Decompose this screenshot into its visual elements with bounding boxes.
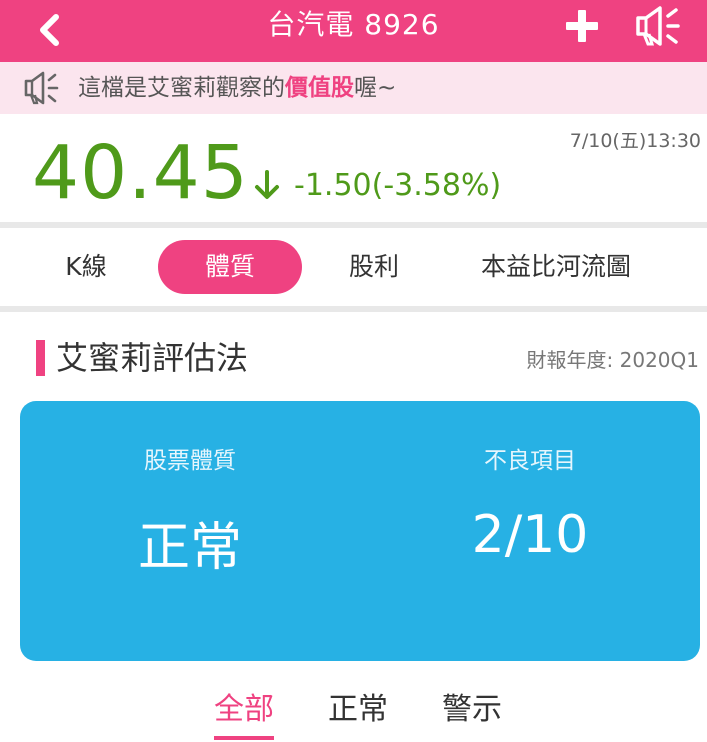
notice-text: 這檔是艾蜜莉觀察的價值股喔~ xyxy=(78,62,396,114)
bad-items-summary: 不良項目 2/10 xyxy=(360,401,700,661)
megaphone-icon xyxy=(24,71,59,105)
add-button[interactable] xyxy=(560,6,604,46)
plus-icon xyxy=(566,10,598,42)
stock-quote: 7/10(五)13:30 40.45 -1.50(-3.58%) xyxy=(0,114,707,222)
megaphone-icon xyxy=(636,6,680,46)
filter-all[interactable]: 全部 xyxy=(214,688,274,740)
tab-dividend[interactable]: 股利 xyxy=(322,240,426,294)
arrow-down-icon xyxy=(255,170,279,199)
filter-normal[interactable]: 正常 xyxy=(328,688,388,732)
report-period: 財報年度: 2020Q1 xyxy=(526,348,699,372)
share-button[interactable] xyxy=(632,4,684,48)
stock-price: 40.45 xyxy=(32,130,249,216)
health-label: 股票體質 xyxy=(144,448,236,474)
notice-highlight: 價值股 xyxy=(285,75,354,101)
tab-pe-river-chart[interactable]: 本益比河流圖 xyxy=(446,240,666,294)
quote-datetime: 7/10(五)13:30 xyxy=(569,130,701,152)
bad-items-value: 2/10 xyxy=(471,505,589,565)
top-bar: 台汽電 8926 xyxy=(0,0,707,62)
notice-text-after: 喔~ xyxy=(354,75,397,101)
section-accent-bar xyxy=(36,340,45,376)
filter-all-label: 全部 xyxy=(214,692,274,727)
health-summary: 股票體質 正常 xyxy=(20,401,360,661)
notice-text-before: 這檔是艾蜜莉觀察的 xyxy=(78,75,285,101)
tab-health[interactable]: 體質 xyxy=(158,240,302,294)
notice-banner: 這檔是艾蜜莉觀察的價值股喔~ xyxy=(0,62,707,114)
filter-tabs: 全部 正常 警示 xyxy=(0,682,707,742)
active-underline xyxy=(214,736,274,740)
section-title: 艾蜜莉評估法 xyxy=(56,339,249,377)
main-tabs: K線 體質 股利 本益比河流圖 xyxy=(0,228,707,306)
bad-items-label: 不良項目 xyxy=(484,448,576,474)
summary-card: 股票體質 正常 不良項目 2/10 xyxy=(20,401,700,661)
section-header: 艾蜜莉評估法 財報年度: 2020Q1 xyxy=(0,332,707,384)
tab-kline[interactable]: K線 xyxy=(34,240,138,294)
filter-warning[interactable]: 警示 xyxy=(442,688,502,732)
health-value: 正常 xyxy=(137,518,242,578)
price-change: -1.50(-3.58%) xyxy=(294,168,502,203)
divider xyxy=(0,306,707,312)
